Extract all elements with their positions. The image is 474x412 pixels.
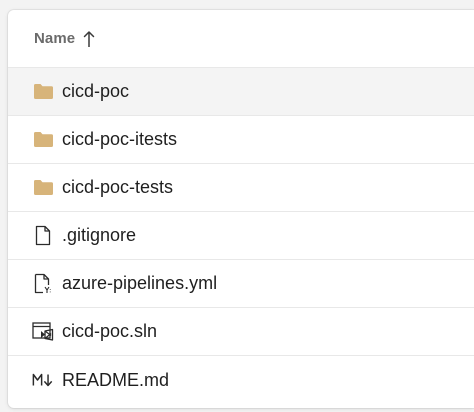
list-item-label: cicd-poc-tests bbox=[62, 177, 174, 197]
list-item-azure-pipelines-yml[interactable]: azure-pipelines.yml bbox=[8, 260, 474, 308]
list-item-gitignore[interactable]: .gitignore bbox=[8, 212, 474, 260]
sort-ascending-arrow-icon bbox=[83, 29, 97, 49]
folder-icon bbox=[32, 177, 54, 199]
file-list-panel: Name cicd-poc cicd-poc-itests cicd-poc-t… bbox=[8, 10, 474, 408]
list-item-label: .gitignore bbox=[62, 225, 137, 245]
list-item-label: azure-pipelines.yml bbox=[62, 273, 218, 293]
list-item-label: README.md bbox=[62, 369, 170, 390]
list-item-cicd-poc-sln[interactable]: cicd-poc.sln bbox=[8, 308, 474, 356]
visual-studio-solution-icon bbox=[32, 321, 54, 343]
name-column-label: Name bbox=[34, 30, 76, 47]
file-icon bbox=[32, 225, 54, 247]
list-item-cicd-poc-itests[interactable]: cicd-poc-itests bbox=[8, 116, 474, 164]
markdown-icon bbox=[32, 369, 54, 391]
list-item-cicd-poc-tests[interactable]: cicd-poc-tests bbox=[8, 164, 474, 212]
list-item-label: cicd-poc-itests bbox=[62, 129, 178, 149]
name-column-header[interactable]: Name bbox=[8, 10, 474, 68]
folder-icon bbox=[32, 81, 54, 103]
folder-icon bbox=[32, 129, 54, 151]
yaml-file-icon bbox=[32, 273, 54, 295]
list-item-label: cicd-poc bbox=[62, 81, 130, 101]
list-item-readme-md[interactable]: README.md bbox=[8, 356, 474, 404]
list-item-label: cicd-poc.sln bbox=[62, 321, 158, 341]
list-item-cicd-poc[interactable]: cicd-poc bbox=[8, 68, 474, 116]
